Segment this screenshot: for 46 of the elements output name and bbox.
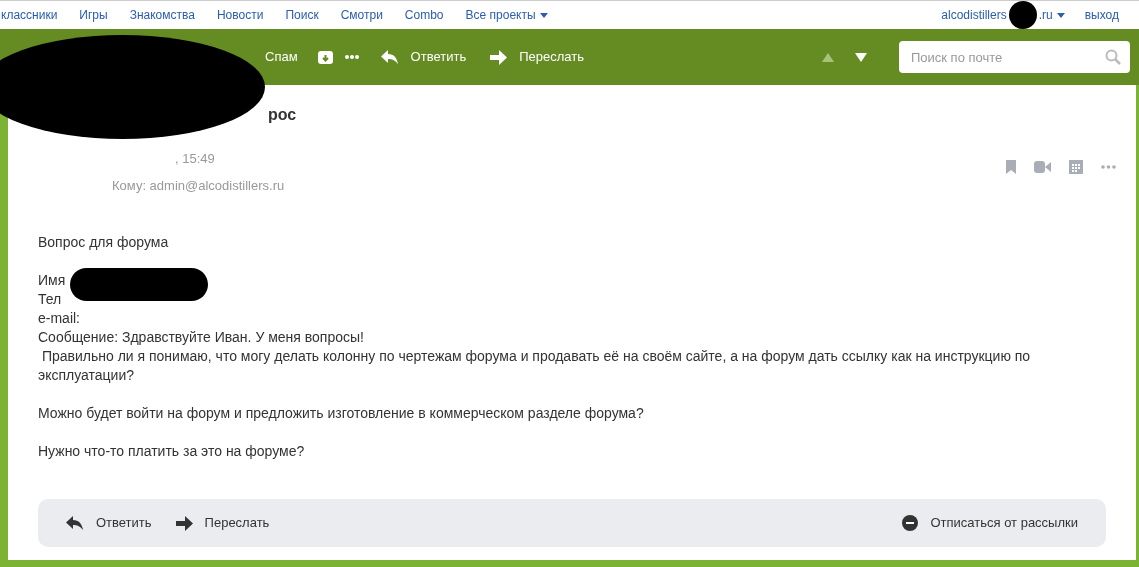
minus-circle-icon [902, 515, 919, 531]
nav-link[interactable]: Новости [216, 6, 264, 24]
calendar-icon[interactable] [1069, 159, 1083, 174]
message-text: e-mail: [38, 309, 80, 328]
account-email[interactable]: alcodistillers [941, 6, 1007, 24]
message-text: Тел [38, 290, 62, 309]
message-date: , 15:49 [175, 150, 216, 168]
forward-arrow-icon [175, 515, 193, 531]
message-text: Имя [38, 271, 66, 290]
projects-menu-link[interactable]: Все проекты [465, 6, 548, 24]
previous-triangle-icon[interactable] [822, 52, 834, 62]
next-triangle-icon[interactable] [855, 52, 867, 62]
bookmark-icon[interactable] [1006, 159, 1016, 174]
unsubscribe-button[interactable]: Отписаться от рассылки [902, 513, 1078, 533]
account-email-domain[interactable]: .ru [1038, 6, 1053, 24]
forward-button[interactable]: Переслать [175, 513, 270, 533]
message-recipient: Кому: admin@alcodistillers.ru [112, 176, 285, 195]
spam-button[interactable]: Спам [265, 47, 298, 67]
message-text: Правильно ли я понимаю, что могу делать колонну по чертежам форума и продавать её на своём сайте, а на форум дать ссылку как на инструкцию по эксплуатации? [38, 347, 1032, 385]
more-icon[interactable] [344, 55, 359, 59]
more-icon[interactable] [1101, 164, 1116, 169]
reply-button[interactable]: Ответить [66, 513, 152, 533]
message-text: Можно будет войти на форум и предложить изготовление в коммерческом разделе форума? [38, 404, 644, 423]
archive-icon[interactable] [317, 49, 333, 65]
nav-link[interactable]: Combo [404, 6, 444, 24]
nav-link[interactable]: Поиск [285, 6, 319, 24]
redaction-mark [1008, 1, 1037, 29]
caret-icon [539, 12, 548, 18]
message-subject: рос [268, 105, 297, 125]
logout-link[interactable]: выход [1084, 6, 1119, 24]
search-icon [1105, 49, 1121, 65]
nav-link[interactable]: классники [1, 6, 58, 24]
nav-link[interactable]: Смотри [340, 6, 383, 24]
reply-arrow-icon [66, 515, 84, 531]
reply-arrow-icon [380, 49, 399, 65]
forward-button[interactable]: Переслать [490, 47, 584, 67]
message-text: Сообщение: Здравствуйте Иван. У меня вопросы! [38, 328, 364, 347]
message-text: Нужно что-то платить за это на форуме? [38, 442, 305, 461]
search-field[interactable]: Поиск по почте [899, 41, 1130, 73]
nav-link[interactable]: Игры [79, 6, 108, 24]
forward-arrow-icon [490, 49, 508, 65]
caret-icon [1056, 12, 1065, 18]
message-text: Вопрос для форума [38, 233, 169, 252]
reply-button[interactable]: Ответить [380, 47, 467, 67]
nav-link[interactable]: Знакомства [129, 6, 195, 24]
video-camera-icon[interactable] [1034, 160, 1051, 173]
